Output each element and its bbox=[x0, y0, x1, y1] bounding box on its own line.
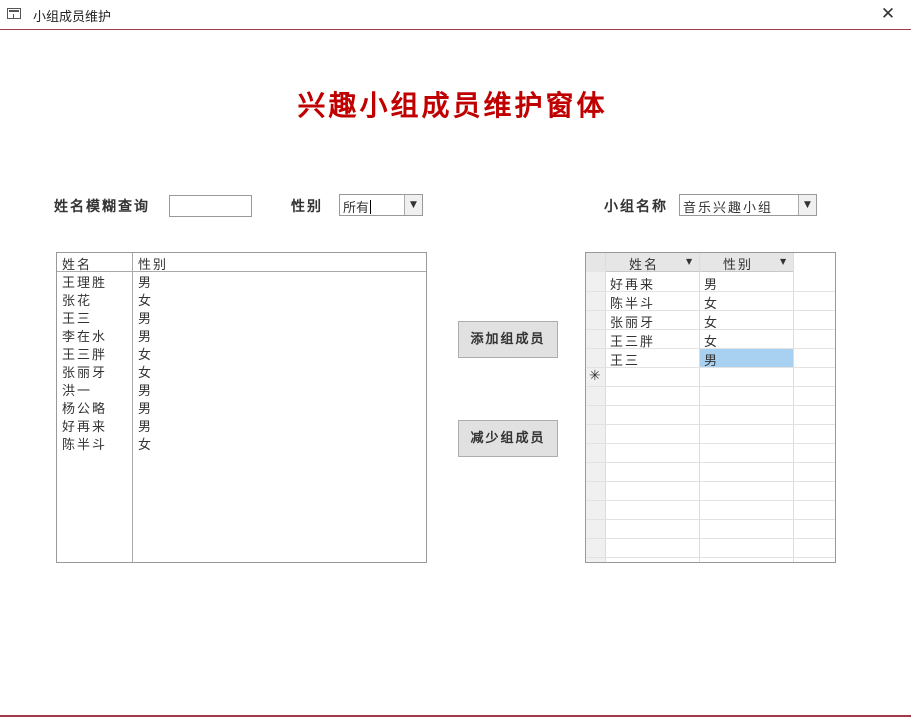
gender-combo[interactable]: 所有 ▼ bbox=[339, 194, 423, 216]
grid-cell-gender[interactable]: 女 bbox=[704, 293, 719, 312]
form-heading: 兴趣小组成员维护窗体 bbox=[297, 89, 608, 122]
grid-line bbox=[586, 519, 835, 520]
chevron-down-icon[interactable]: ▼ bbox=[404, 195, 422, 215]
grid-line bbox=[586, 405, 835, 406]
list-item[interactable]: 杨公略 男 bbox=[57, 397, 426, 417]
list-item[interactable]: 王理胜 男 bbox=[57, 271, 426, 291]
name-search-input[interactable] bbox=[169, 195, 252, 217]
name-search-label: 姓名模糊查询 bbox=[54, 199, 150, 215]
form-icon bbox=[7, 8, 21, 19]
group-name-combo-value: 音乐兴趣小组 bbox=[683, 201, 774, 216]
remove-member-button[interactable]: 减少组成员 bbox=[458, 420, 558, 457]
list-item-gender: 女 bbox=[138, 438, 154, 453]
list-item-name: 陈半斗 bbox=[62, 438, 108, 453]
grid-column-header-name-label: 姓名 bbox=[629, 258, 660, 273]
grid-cell-gender[interactable]: 男 bbox=[704, 274, 719, 293]
add-member-button[interactable]: 添加组成员 bbox=[458, 321, 558, 358]
grid-cell-gender[interactable]: 女 bbox=[704, 312, 719, 331]
grid-line bbox=[586, 386, 835, 387]
select-all-corner[interactable] bbox=[586, 253, 605, 272]
grid-column-header-name[interactable]: 姓名 ▼ bbox=[605, 253, 699, 273]
grid-line bbox=[586, 424, 835, 425]
list-item[interactable]: 洪一 男 bbox=[57, 379, 426, 399]
list-item[interactable]: 李在水 男 bbox=[57, 325, 426, 345]
close-icon[interactable]: ✕ bbox=[873, 2, 903, 26]
grid-cell-name[interactable]: 王三胖 bbox=[610, 331, 655, 350]
gender-combo-value: 所有 bbox=[343, 201, 370, 216]
list-item[interactable]: 王三胖 女 bbox=[57, 343, 426, 363]
grid-cell-gender[interactable]: 男 bbox=[704, 350, 719, 369]
grid-cell-gender[interactable]: 女 bbox=[704, 331, 719, 350]
member-listbox[interactable]: 姓名 性别 王理胜 男 张花 女 王三 男 李在水 男 王三胖 女 张丽牙 女 … bbox=[56, 252, 427, 563]
grid-line bbox=[586, 538, 835, 539]
chevron-down-icon[interactable]: ▼ bbox=[798, 195, 816, 215]
grid-cell-name[interactable]: 好再来 bbox=[610, 274, 655, 293]
grid-cell-name[interactable]: 张丽牙 bbox=[610, 312, 655, 331]
grid-cell-name[interactable]: 王三 bbox=[610, 350, 640, 369]
grid-line bbox=[586, 500, 835, 501]
window-title: 小组成员维护 bbox=[33, 10, 112, 25]
sort-dropdown-icon[interactable]: ▼ bbox=[780, 257, 786, 266]
title-bar: 小组成员维护 ✕ bbox=[0, 0, 911, 30]
group-name-combo[interactable]: 音乐兴趣小组 ▼ bbox=[679, 194, 817, 216]
sort-dropdown-icon[interactable]: ▼ bbox=[686, 257, 692, 266]
listbox-header: 姓名 性别 bbox=[57, 253, 426, 273]
list-item[interactable]: 张丽牙 女 bbox=[57, 361, 426, 381]
grid-line bbox=[605, 253, 606, 562]
grid-line bbox=[586, 443, 835, 444]
grid-cell-name[interactable]: 陈半斗 bbox=[610, 293, 655, 312]
grid-line bbox=[586, 462, 835, 463]
grid-line bbox=[586, 481, 835, 482]
text-caret bbox=[370, 200, 372, 214]
grid-line bbox=[793, 253, 794, 562]
grid-line bbox=[699, 253, 700, 562]
list-item[interactable]: 张花 女 bbox=[57, 289, 426, 309]
new-record-icon[interactable]: ✳ bbox=[589, 368, 601, 384]
grid-column-header-gender-label: 性别 bbox=[723, 258, 754, 273]
gender-label: 性别 bbox=[291, 199, 323, 215]
group-name-label: 小组名称 bbox=[604, 199, 668, 215]
list-item[interactable]: 王三 男 bbox=[57, 307, 426, 327]
group-members-datasheet[interactable]: 姓名 ▼ 性别 ▼ 好再来 男 陈半斗 女 张丽牙 女 王三胖 女 王三 男 ✳ bbox=[585, 252, 836, 563]
list-item[interactable]: 陈半斗 女 bbox=[57, 433, 426, 453]
grid-line bbox=[586, 557, 835, 558]
grid-column-header-gender[interactable]: 性别 ▼ bbox=[699, 253, 793, 273]
list-item[interactable]: 好再来 男 bbox=[57, 415, 426, 435]
